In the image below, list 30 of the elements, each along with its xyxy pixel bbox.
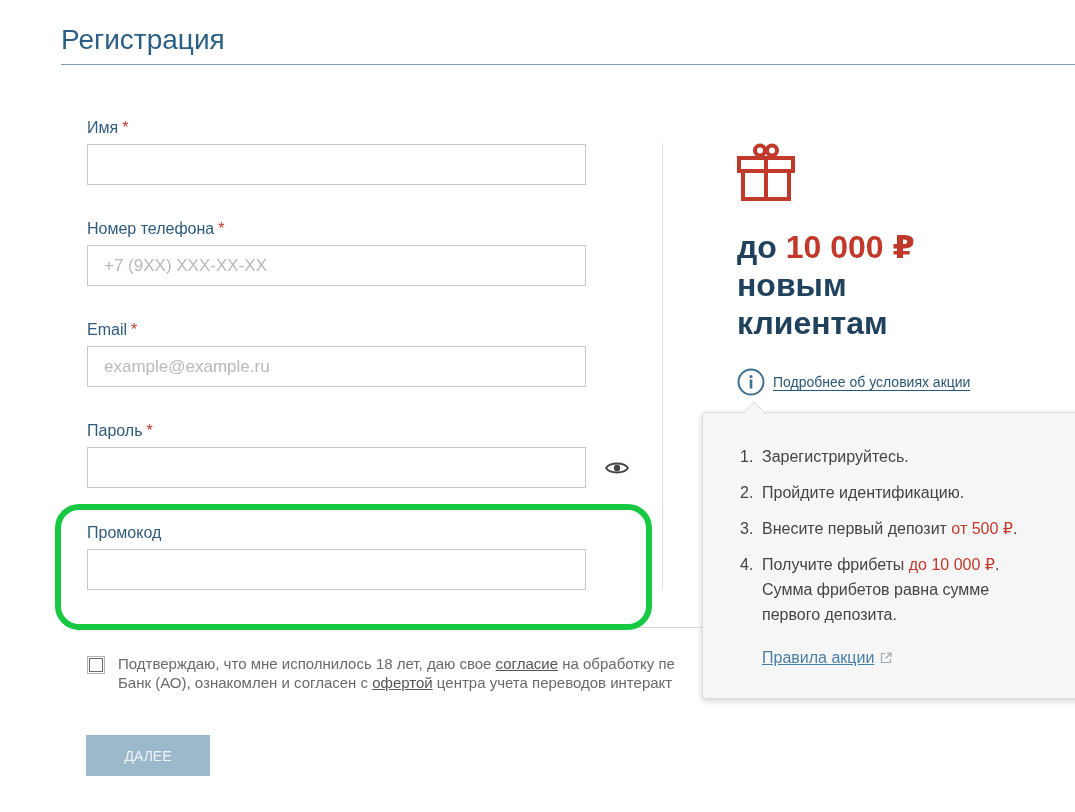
step-number: 3.: [740, 519, 755, 539]
field-label: Имя *: [87, 118, 129, 138]
step-number: 2.: [740, 483, 755, 503]
password-field[interactable]: [87, 447, 586, 488]
consent-checkbox[interactable]: [87, 656, 105, 674]
info-icon: [737, 368, 765, 396]
field-label: Промокод: [87, 523, 162, 543]
rules-link[interactable]: Правила акции: [762, 648, 875, 668]
step-text: Пройдите идентификацию.: [762, 483, 966, 503]
field-label: Email *: [87, 320, 138, 340]
input-field[interactable]: [87, 144, 586, 185]
external-link-icon: [880, 652, 893, 664]
promo-headline: до 10 000 ₽ новым клиентам: [737, 228, 916, 342]
field-label: Номер телефона *: [87, 219, 225, 239]
page-title: Регистрация: [61, 23, 225, 57]
input-field[interactable]: +7 (9XX) XXX-XX-XX: [87, 245, 586, 286]
consent-text: Подтверждаю, что мне исполнилось 18 лет, даю свое согласие на обработку пе Банк (АО), ознакомлен и согласен с офертой центра учета переводов интеракт: [118, 654, 675, 692]
consent-link[interactable]: согласие: [495, 655, 559, 672]
step-text: Внесите первый депозит от 500 ₽.: [762, 519, 1019, 539]
field-label: Пароль *: [87, 421, 153, 441]
details-link[interactable]: Подробнее об условиях акции: [773, 373, 971, 391]
step-text: Получите фрибеты до 10 000 ₽. Сумма фрибетов равна сумме первого депозита.: [762, 555, 1001, 625]
gift-icon: [737, 143, 795, 201]
step-number: 4.: [740, 555, 755, 575]
input-field[interactable]: [87, 549, 586, 590]
step-number: 1.: [740, 447, 755, 467]
consent-link[interactable]: офертой: [372, 674, 433, 691]
input-field[interactable]: example@example.ru: [87, 346, 586, 387]
step-text: Зарегистрируйтесь.: [762, 447, 910, 467]
eye-icon[interactable]: [605, 460, 629, 475]
